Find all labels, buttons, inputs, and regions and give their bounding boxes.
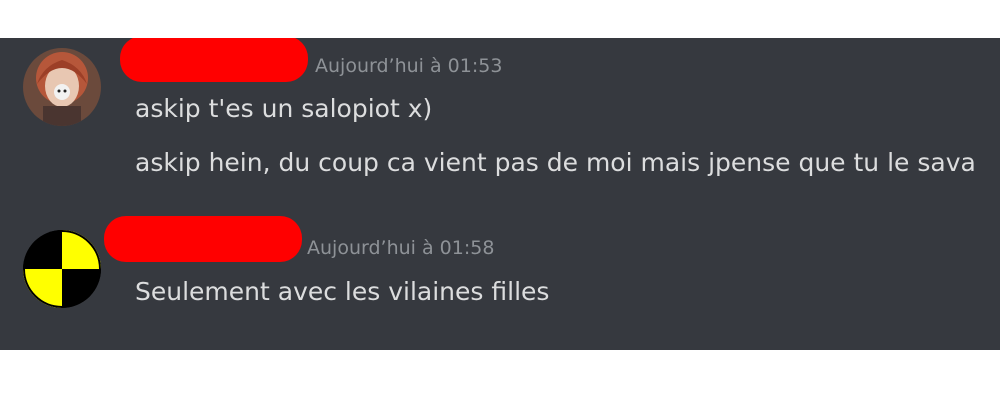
redacted-username bbox=[120, 38, 308, 82]
message-timestamp: Aujourd’hui à 01:53 bbox=[315, 55, 503, 77]
crash-test-avatar-icon bbox=[23, 230, 101, 308]
user-avatar[interactable] bbox=[23, 230, 101, 308]
user-avatar[interactable] bbox=[23, 48, 101, 126]
avatar-photo bbox=[23, 48, 101, 126]
redacted-username bbox=[104, 216, 302, 262]
chat-area: Aujourd’hui à 01:53 askip t'es un salopi… bbox=[0, 38, 1000, 350]
message-text: askip t'es un salopiot x) bbox=[135, 94, 433, 123]
message-text: Seulement avec les vilaines filles bbox=[135, 277, 550, 306]
message-text: askip hein, du coup ca vient pas de moi … bbox=[135, 148, 976, 177]
message-timestamp: Aujourd’hui à 01:58 bbox=[307, 237, 495, 259]
